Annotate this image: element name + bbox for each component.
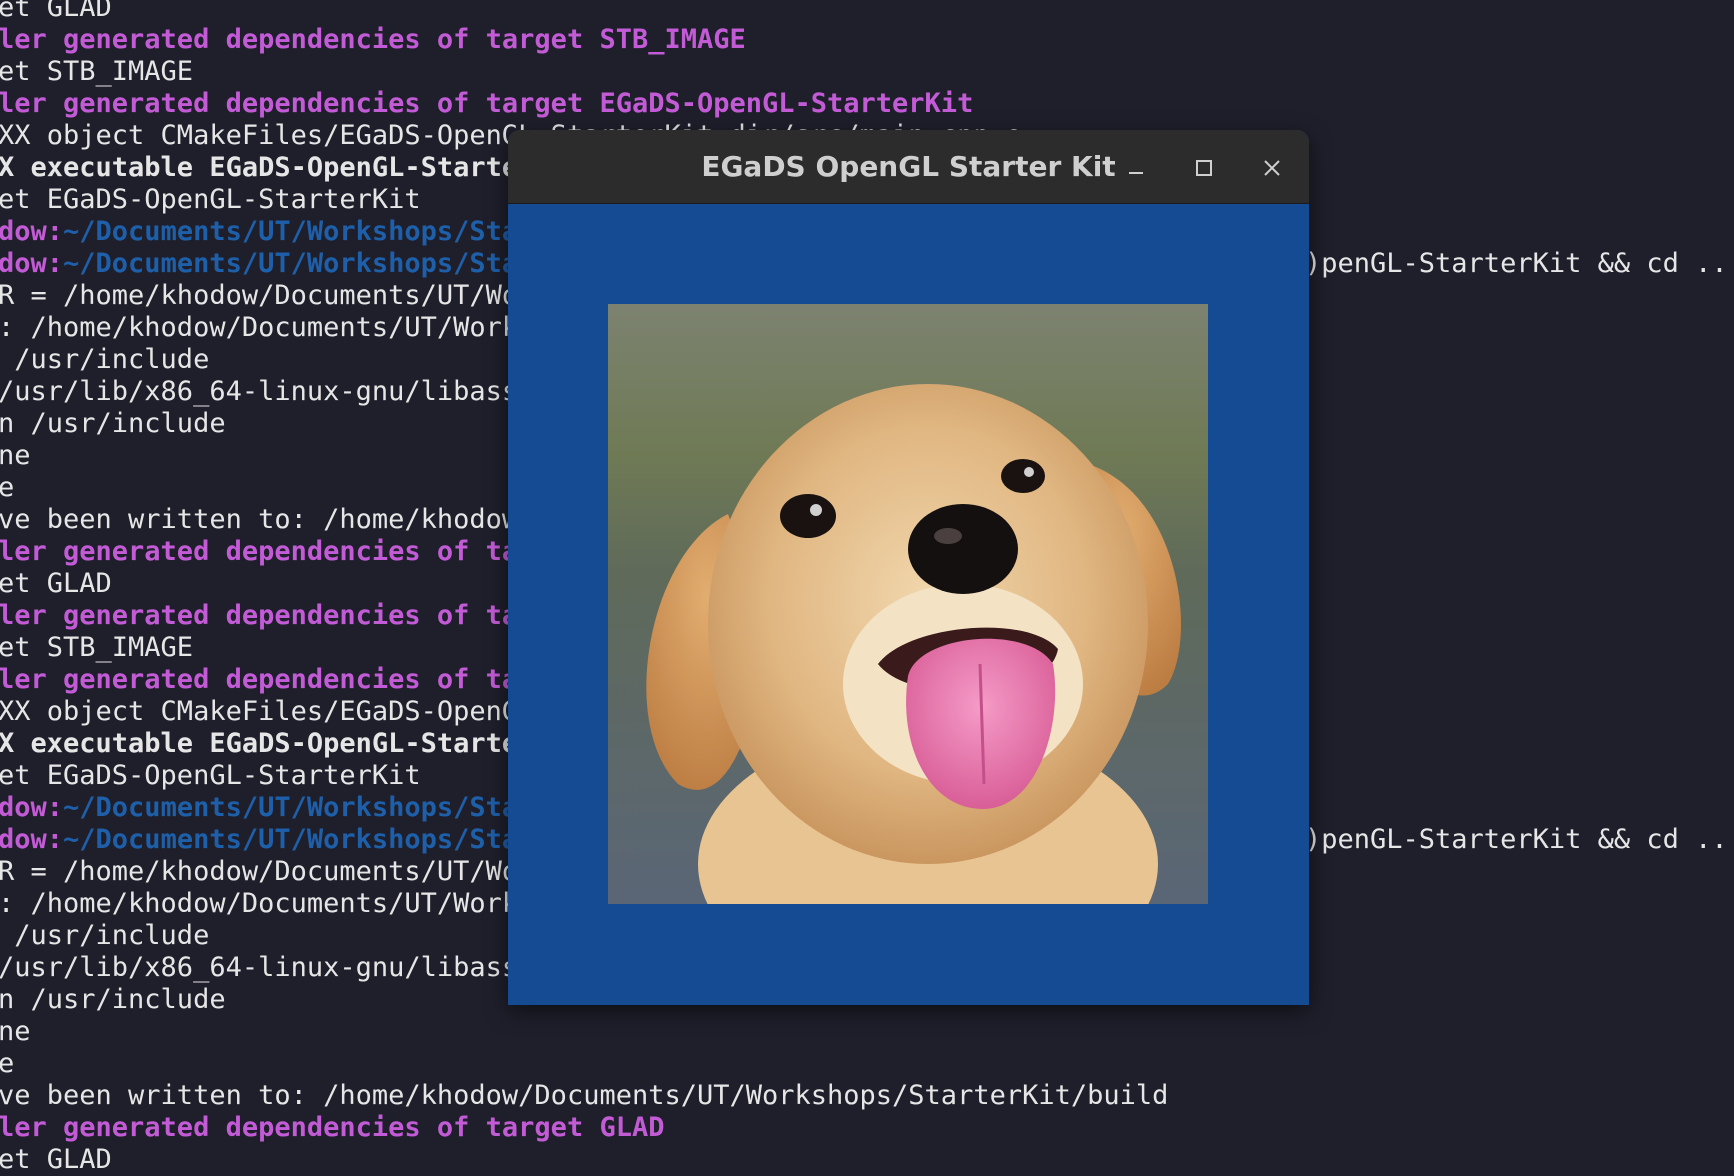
terminal-line: et EGaDS-OpenGL-StarterKit (0, 184, 421, 215)
terminal-line: XX object CMakeFiles/EGaDS-OpenGL (0, 696, 535, 727)
terminal-prompt: dow:~/Documents/UT/Workshops/Star (0, 824, 534, 856)
terminal-line: n /usr/include (0, 984, 226, 1015)
prompt-user: dow: (0, 248, 64, 279)
terminal-line: et GLAD (0, 568, 112, 599)
terminal-line: X executable EGaDS-OpenGL-StarterKit (0, 152, 584, 183)
maximize-icon (1196, 160, 1212, 176)
terminal-line: ve been written to: /home/khodow/Documen… (0, 1080, 1169, 1111)
terminal-line: R = /home/khodow/Documents/UT/Wor (0, 280, 535, 311)
terminal-line: ne (0, 440, 31, 471)
terminal-line: ler generated dependencies of tar (0, 664, 535, 695)
terminal-line: /usr/include (0, 344, 210, 375)
minimize-button[interactable] (1116, 148, 1156, 188)
app-window[interactable]: EGaDS OpenGL Starter Kit (508, 130, 1309, 1005)
terminal-line: /usr/include (0, 920, 210, 951)
puppy-image (608, 304, 1208, 904)
prompt-path: ~/Documents/UT/Workshops/Star (63, 216, 535, 247)
terminal-prompt: dow:~/Documents/UT/Workshops/Star (0, 216, 534, 248)
terminal-line: /usr/lib/x86_64-linux-gnu/libassi (0, 376, 535, 407)
terminal-line: et GLAD (0, 0, 112, 23)
terminal-line: ve been written to: /home/khodow/ (0, 504, 535, 535)
terminal-prompt: dow:~/Documents/UT/Workshops/Star (0, 792, 534, 824)
prompt-user: dow: (0, 792, 64, 823)
terminal-line: n /usr/include (0, 408, 226, 439)
terminal-line: et STB_IMAGE (0, 632, 194, 663)
terminal-line: X executable EGaDS-OpenGL-Starter (0, 728, 535, 759)
terminal-line: et EGaDS-OpenGL-StarterKit (0, 760, 421, 791)
prompt-path: ~/Documents/UT/Workshops/Star (63, 824, 535, 855)
prompt-path: ~/Documents/UT/Workshops/Star (63, 792, 535, 823)
terminal-line: et GLAD (0, 1144, 112, 1175)
terminal-line: R = /home/khodow/Documents/UT/Wor (0, 856, 535, 887)
terminal-prompt: dow:~/Documents/UT/Workshops/Star (0, 248, 534, 280)
terminal-line: : /home/khodow/Documents/UT/Works (0, 888, 535, 919)
minimize-icon (1129, 172, 1143, 174)
prompt-user: dow: (0, 824, 64, 855)
close-icon (1264, 160, 1280, 176)
prompt-user: dow: (0, 216, 64, 247)
terminal-line: /usr/lib/x86_64-linux-gnu/libassi (0, 952, 535, 983)
terminal-line: ler generated dependencies of tar (0, 536, 535, 567)
prompt-path: ~/Documents/UT/Workshops/Star (63, 248, 535, 279)
terminal-line: ne (0, 1016, 31, 1047)
terminal-line: ler generated dependencies of tar (0, 600, 535, 631)
window-titlebar[interactable]: EGaDS OpenGL Starter Kit (508, 130, 1309, 204)
terminal-line: e (0, 1048, 15, 1079)
terminal-line: ler generated dependencies of target STB… (0, 24, 746, 55)
terminal-command-tail: )penGL-StarterKit && cd .. (1305, 248, 1728, 279)
terminal-line: : /home/khodow/Documents/UT/Works (0, 312, 535, 343)
close-button[interactable] (1252, 148, 1292, 188)
maximize-button[interactable] (1184, 148, 1224, 188)
gl-viewport[interactable] (508, 204, 1309, 1005)
terminal-line: ler generated dependencies of target EGa… (0, 88, 974, 119)
terminal-line: ler generated dependencies of target GLA… (0, 1112, 665, 1143)
terminal-line: e (0, 472, 15, 503)
terminal-line: et STB_IMAGE (0, 56, 194, 87)
terminal-command-tail: )penGL-StarterKit && cd .. (1305, 824, 1728, 855)
